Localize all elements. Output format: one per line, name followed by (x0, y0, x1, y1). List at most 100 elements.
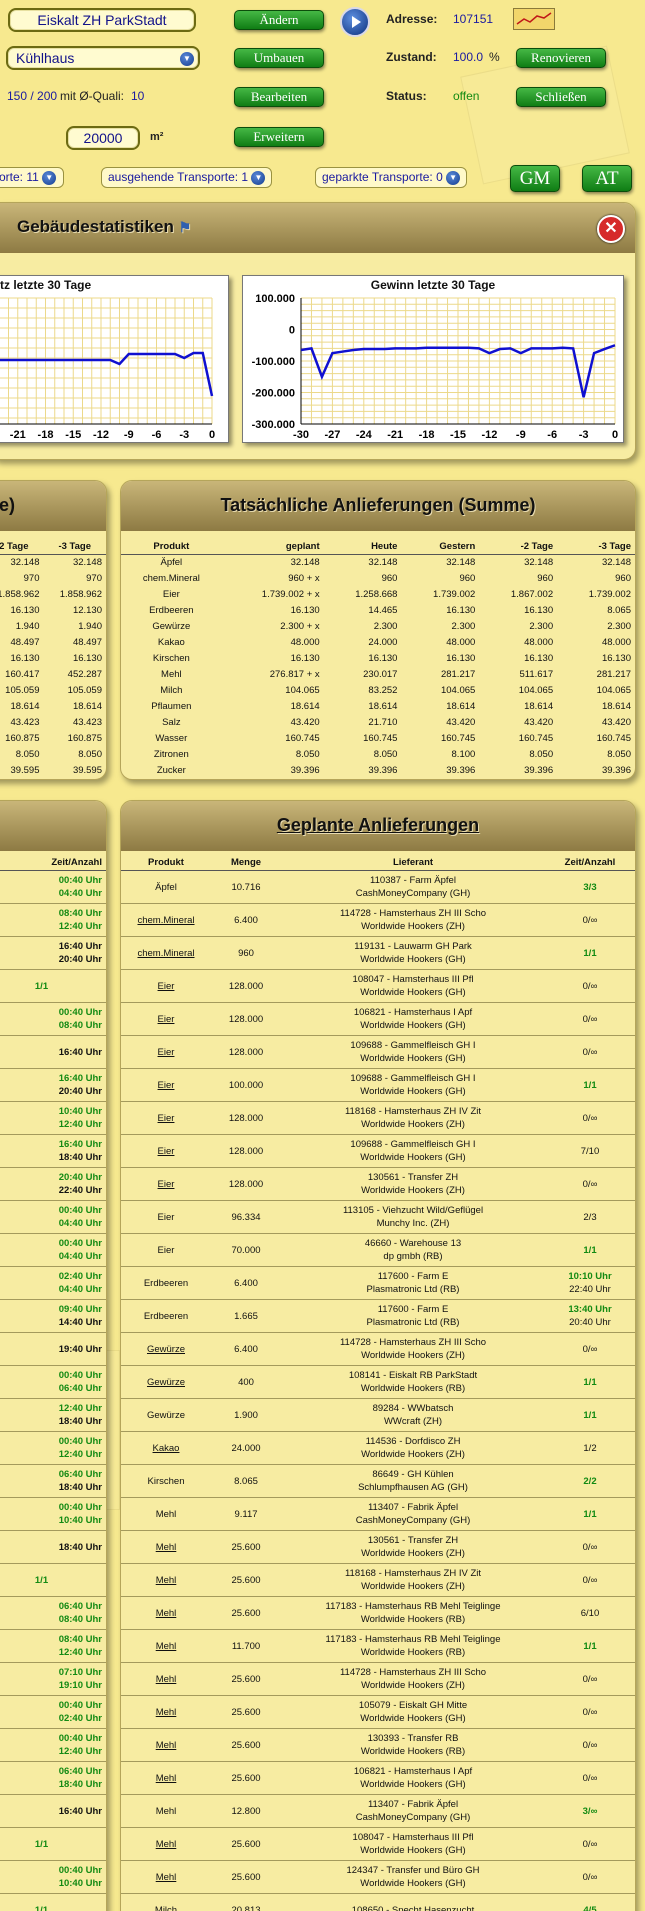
time-count: 0/∞ (582, 1706, 598, 1718)
product-link[interactable]: Eier (121, 1002, 211, 1036)
product-link[interactable]: Mehl (121, 1530, 211, 1564)
quality-value: 10 (131, 89, 145, 103)
table-row: Gewürze 1.900 89284 - WWbatsch WWcraft (ZH)… (121, 1398, 635, 1432)
table-row: 08:40 Uhr 12:40 Uhr (0, 903, 106, 937)
chart-thumb-icon[interactable] (513, 8, 555, 30)
renovate-button[interactable]: Renovieren (516, 48, 606, 68)
time-count: 7/10 (580, 1145, 600, 1157)
edit-button[interactable]: Bearbeiten (234, 87, 324, 107)
chart-left: tz letzte 30 Tage -21 -18 -15 -12 -9 -6 -3 0 (0, 275, 229, 443)
table-cell: 16.130 (368, 653, 398, 664)
time-line: 09:40 Uhr (58, 1304, 102, 1315)
planned-deliveries-panel: Geplante Anlieferungen Produkt Menge Liefe… (120, 800, 636, 1911)
outgoing-transport-filter[interactable]: ausgehende Transporte: 1 ▼ (101, 167, 273, 188)
time-line: 00:40 Uhr (58, 1370, 102, 1381)
status-value: offen (453, 89, 480, 103)
history-header: e) (0, 481, 106, 531)
table-row: Zucker 39.396 39.396 39.396 39.396 39.396 (121, 763, 635, 779)
supplier-cell: 117183 - Hamsterhaus RB Mehl Teiglinge Wo… (281, 1629, 545, 1663)
product-link[interactable]: Mehl (121, 1860, 211, 1894)
table-cell: 43.420 (601, 717, 631, 728)
stats-title: Gebäudestatistiken ⚑ (17, 217, 191, 237)
time-cell: 06:40 Uhr 18:40 Uhr (0, 1761, 106, 1795)
table-row: Erdbeeren 1.665 117600 - Farm E Plasmatroni… (121, 1299, 635, 1333)
supplier-building: 113105 - Viehzucht Wild/Geflügel (342, 1205, 484, 1216)
supplier-building: 117183 - Hamsterhaus RB Mehl Teiglinge (325, 1601, 501, 1612)
time-cell: 06:40 Uhr 08:40 Uhr (0, 1596, 106, 1630)
product-link[interactable]: Mehl (121, 1827, 211, 1861)
product-link[interactable]: Mehl (121, 1596, 211, 1630)
product-link[interactable]: Mehl (121, 1761, 211, 1795)
product-link[interactable]: Eier (121, 1068, 211, 1102)
product-link[interactable]: Eier (121, 969, 211, 1003)
supplier-company: Worldwide Hookers (GH) (360, 1845, 466, 1856)
quantity-cell: 25.600 (211, 1728, 281, 1762)
time-cell: 1/1 (0, 969, 106, 1003)
quantity-cell: 128.000 (211, 1035, 281, 1069)
product-link[interactable]: Mehl (121, 1662, 211, 1696)
at-button[interactable]: AT (582, 165, 632, 192)
table-cell: 12.130 (72, 605, 102, 616)
table-row: 8.050 8.050 (0, 747, 106, 763)
time-line: 20:40 Uhr (58, 954, 102, 965)
product-link[interactable]: Eier (121, 1134, 211, 1168)
time-line: 16:40 Uhr (58, 1046, 102, 1058)
product-link[interactable]: chem.Mineral (121, 936, 211, 970)
gm-button[interactable]: GM (510, 165, 560, 192)
table-row: Kakao 48.000 24.000 48.000 48.000 48.000 (121, 635, 635, 651)
product-link[interactable]: Mehl (121, 1629, 211, 1663)
product-name: Milch (160, 685, 183, 696)
table-row: Eier 1.739.002 + x 1.258.668 1.739.002 1.867… (121, 587, 635, 603)
expand-button[interactable]: Erweitern (234, 127, 324, 147)
supplier-building: 114728 - Hamsterhaus ZH III Scho (339, 908, 487, 919)
table-cell: 160.745 (596, 733, 631, 744)
supplier-building: 118168 - Hamsterhaus ZH IV Zit (344, 1568, 482, 1579)
product-link[interactable]: chem.Mineral (121, 903, 211, 937)
supplier-building: 124347 - Transfer und Büro GH (346, 1865, 480, 1876)
time-count: 2/3 (583, 1211, 597, 1223)
parked-transport-filter[interactable]: geparkte Transporte: 0 ▼ (315, 167, 468, 188)
play-icon[interactable] (340, 7, 370, 37)
building-name-field[interactable]: Eiskalt ZH ParkStadt (8, 8, 196, 32)
product-link[interactable]: Eier (121, 1035, 211, 1069)
time-cell: 10:40 Uhr 12:40 Uhr (0, 1101, 106, 1135)
product-link[interactable]: Gewürze (121, 1365, 211, 1399)
y-tick-label: 100.000 (255, 293, 295, 305)
change-button[interactable]: Ändern (234, 10, 324, 30)
product-link[interactable]: Mehl (121, 1695, 211, 1729)
product-link[interactable]: Kakao (121, 1431, 211, 1465)
time-cell: 00:40 Uhr 04:40 Uhr (0, 1233, 106, 1267)
time-count-cell: 0/∞ (545, 1002, 635, 1036)
table-row: Mehl 276.817 + x 230.017 281.217 511.617 281.… (121, 667, 635, 683)
building-type-select[interactable]: Kühlhaus ▼ (6, 46, 200, 70)
product-link[interactable]: Gewürze (121, 1332, 211, 1366)
x-tick-label: -18 (419, 429, 435, 441)
table-cell: 105.059 (5, 685, 40, 696)
table-cell: 18.614 (368, 701, 398, 712)
supplier-company: Worldwide Hookers (ZH) (361, 1548, 465, 1559)
product-name: Eier (121, 1200, 211, 1234)
product-link[interactable]: Eier (121, 1167, 211, 1201)
planned-title: Geplante Anlieferungen (276, 815, 480, 835)
close-building-button[interactable]: Schließen (516, 87, 606, 107)
product-link[interactable]: Eier (121, 1101, 211, 1135)
time-count-cell: 0/∞ (545, 1563, 635, 1597)
time-line: 00:40 Uhr (58, 1865, 102, 1876)
close-icon[interactable]: ✕ (597, 215, 625, 243)
area-input[interactable]: 20000 (66, 126, 140, 150)
time-cell: 18:40 Uhr (0, 1530, 106, 1564)
table-row: 43.423 43.423 (0, 715, 106, 731)
table-cell: 2.300 (529, 621, 554, 632)
time-line: 20:40 Uhr (58, 1086, 102, 1097)
time-cell: 00:40 Uhr 04:40 Uhr (0, 1200, 106, 1234)
product-link[interactable]: Mehl (121, 1728, 211, 1762)
product-link[interactable]: Mehl (121, 1563, 211, 1597)
incoming-transport-filter[interactable]: orte: 11 ▼ (0, 167, 64, 188)
table-cell: 16.130 (10, 653, 40, 664)
table-cell: 8.065 (607, 605, 631, 616)
rebuild-button[interactable]: Umbauen (234, 48, 324, 68)
quantity-cell: 11.700 (211, 1629, 281, 1663)
col-header: -2 Tage (0, 539, 44, 555)
table-row: Eier 128.000 130561 - Transfer ZH Worldwide… (121, 1167, 635, 1201)
table-cell: 16.130 (290, 605, 320, 616)
